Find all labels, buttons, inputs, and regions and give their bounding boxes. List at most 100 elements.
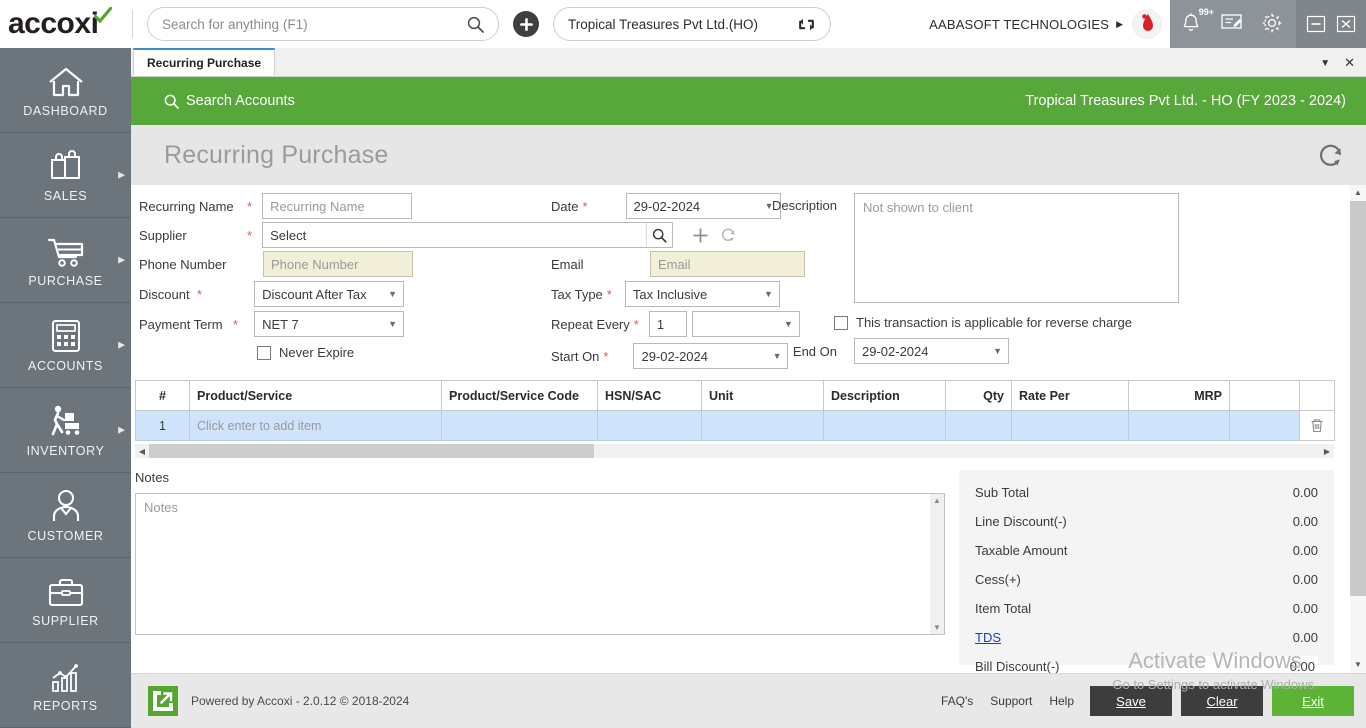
chevron-right-icon[interactable]: ▶ xyxy=(118,340,125,351)
repeat-every-input[interactable] xyxy=(649,311,687,337)
field-never-expire[interactable]: Never Expire xyxy=(257,345,354,360)
phone-number-input[interactable] xyxy=(263,251,413,277)
reverse-charge-checkbox[interactable] xyxy=(834,316,848,330)
search-icon[interactable] xyxy=(467,16,484,33)
total-label: Sub Total xyxy=(975,485,1029,500)
exit-button[interactable]: Exit xyxy=(1272,686,1354,716)
search-input[interactable] xyxy=(162,17,467,32)
tab-close-icon[interactable]: ✕ xyxy=(1344,55,1355,71)
col-rate-per[interactable]: Rate Per xyxy=(1012,381,1129,411)
sidebar-item-dashboard[interactable]: DASHBOARD xyxy=(0,48,131,133)
logo-divider xyxy=(132,10,133,38)
org-area[interactable]: AABASOFT TECHNOLOGIES ▶ 99+ xyxy=(929,0,1366,48)
chevron-right-icon[interactable]: ▶ xyxy=(118,425,125,436)
col-mrp[interactable]: MRP xyxy=(1129,381,1230,411)
col-product-service-code[interactable]: Product/Service Code xyxy=(442,381,598,411)
sidebar-item-purchase[interactable]: PURCHASE ▶ xyxy=(0,218,131,303)
switch-company-icon[interactable] xyxy=(797,15,816,34)
cell-index: 1 xyxy=(136,411,190,441)
hscroll-thumb[interactable] xyxy=(149,444,594,458)
cell-qty[interactable] xyxy=(946,411,1012,441)
col-index[interactable]: # xyxy=(136,381,190,411)
scroll-down-icon[interactable]: ▼ xyxy=(933,623,941,632)
sidebar-item-reports[interactable]: REPORTS xyxy=(0,643,131,728)
reload-supplier-icon[interactable] xyxy=(720,227,737,244)
supplier-search-icon[interactable] xyxy=(646,223,672,247)
chevron-right-icon[interactable]: ▶ xyxy=(118,255,125,266)
vscroll-track[interactable] xyxy=(1350,201,1366,657)
scroll-left-icon[interactable]: ◀ xyxy=(135,447,149,456)
delete-row-button[interactable] xyxy=(1300,411,1335,441)
scroll-down-icon[interactable]: ▼ xyxy=(1354,657,1362,673)
payment-term-select[interactable] xyxy=(254,311,404,337)
cell-mrp[interactable] xyxy=(1129,411,1230,441)
notes-box[interactable]: Notes ▲ ▼ xyxy=(135,493,945,635)
global-search[interactable] xyxy=(147,7,499,41)
search-accounts-button[interactable]: Search Accounts xyxy=(164,93,295,109)
discount-select[interactable] xyxy=(254,281,404,307)
minimize-button[interactable] xyxy=(1306,14,1326,34)
grid-horizontal-scrollbar[interactable]: ◀ ▶ xyxy=(135,444,1334,458)
sidebar-item-accounts[interactable]: ACCOUNTS ▶ xyxy=(0,303,131,388)
notes-scrollbar[interactable]: ▲ ▼ xyxy=(930,494,944,634)
chevron-right-icon[interactable]: ▶ xyxy=(118,170,125,181)
cell-extra[interactable] xyxy=(1230,411,1300,441)
tab-recurring-purchase[interactable]: Recurring Purchase xyxy=(133,48,275,76)
required-marker: * xyxy=(197,287,202,302)
scroll-up-icon[interactable]: ▲ xyxy=(1354,185,1362,201)
table-row[interactable]: 1 Click enter to add item xyxy=(136,411,1335,441)
sidebar-item-customer[interactable]: CUSTOMER xyxy=(0,473,131,558)
gear-icon[interactable] xyxy=(1260,11,1286,37)
company-name: Tropical Treasures Pvt Ltd.(HO) xyxy=(568,17,758,32)
scroll-right-icon[interactable]: ▶ xyxy=(1320,447,1334,456)
close-button[interactable] xyxy=(1336,14,1356,34)
col-product-service[interactable]: Product/Service xyxy=(190,381,442,411)
cell-description[interactable] xyxy=(824,411,946,441)
sidebar-label: CUSTOMER xyxy=(27,529,103,543)
vscroll-thumb[interactable] xyxy=(1350,201,1366,596)
footer-link-faqs[interactable]: FAQ's xyxy=(941,694,973,708)
body-vertical-scrollbar[interactable]: ▲ ▼ xyxy=(1350,185,1366,673)
total-value: 0.00 xyxy=(1293,485,1318,500)
avatar[interactable] xyxy=(1132,9,1162,39)
supplier-input[interactable] xyxy=(262,222,673,248)
org-caret-icon[interactable]: ▶ xyxy=(1116,19,1123,30)
col-description[interactable]: Description xyxy=(824,381,946,411)
col-unit[interactable]: Unit xyxy=(702,381,824,411)
col-extra[interactable] xyxy=(1230,381,1300,411)
date-label: Date xyxy=(551,199,578,214)
add-supplier-icon[interactable] xyxy=(692,227,709,244)
col-hsn-sac[interactable]: HSN/SAC xyxy=(598,381,702,411)
company-selector[interactable]: Tropical Treasures Pvt Ltd.(HO) xyxy=(553,7,831,41)
tab-list-dropdown-icon[interactable]: ▼ xyxy=(1320,58,1330,69)
cell-unit[interactable] xyxy=(702,411,824,441)
cell-hsn-sac[interactable] xyxy=(598,411,702,441)
sidebar-item-inventory[interactable]: INVENTORY ▶ xyxy=(0,388,131,473)
description-textarea[interactable] xyxy=(854,193,1179,303)
footer-link-support[interactable]: Support xyxy=(990,694,1032,708)
notifications-bell-icon[interactable]: 99+ xyxy=(1180,11,1206,37)
never-expire-checkbox[interactable] xyxy=(257,346,271,360)
repeat-unit-select[interactable] xyxy=(692,311,800,337)
field-reverse-charge[interactable]: This transaction is applicable for rever… xyxy=(834,315,1132,330)
refresh-icon[interactable] xyxy=(1316,140,1346,170)
scroll-up-icon[interactable]: ▲ xyxy=(933,496,941,505)
home-icon xyxy=(47,62,85,98)
green-action-bar: Search Accounts Tropical Treasures Pvt L… xyxy=(131,77,1366,125)
add-new-button[interactable] xyxy=(513,11,539,37)
cell-product-service[interactable]: Click enter to add item xyxy=(190,411,442,441)
save-button[interactable]: Save xyxy=(1090,686,1172,716)
cell-product-code[interactable] xyxy=(442,411,598,441)
footer-link-help[interactable]: Help xyxy=(1049,694,1074,708)
col-qty[interactable]: Qty xyxy=(946,381,1012,411)
end-on-input[interactable] xyxy=(854,338,1009,364)
cell-rate-per[interactable] xyxy=(1012,411,1129,441)
sidebar-item-supplier[interactable]: SUPPLIER xyxy=(0,558,131,643)
sidebar-item-sales[interactable]: SALES ▶ xyxy=(0,133,131,218)
recurring-name-input[interactable] xyxy=(262,193,412,219)
exit-label: Exit xyxy=(1302,694,1324,709)
tds-link[interactable]: TDS xyxy=(975,630,1001,645)
field-end-on: End On ▼ xyxy=(749,338,1009,364)
messages-note-icon[interactable] xyxy=(1220,11,1246,37)
clear-button[interactable]: Clear xyxy=(1181,686,1263,716)
